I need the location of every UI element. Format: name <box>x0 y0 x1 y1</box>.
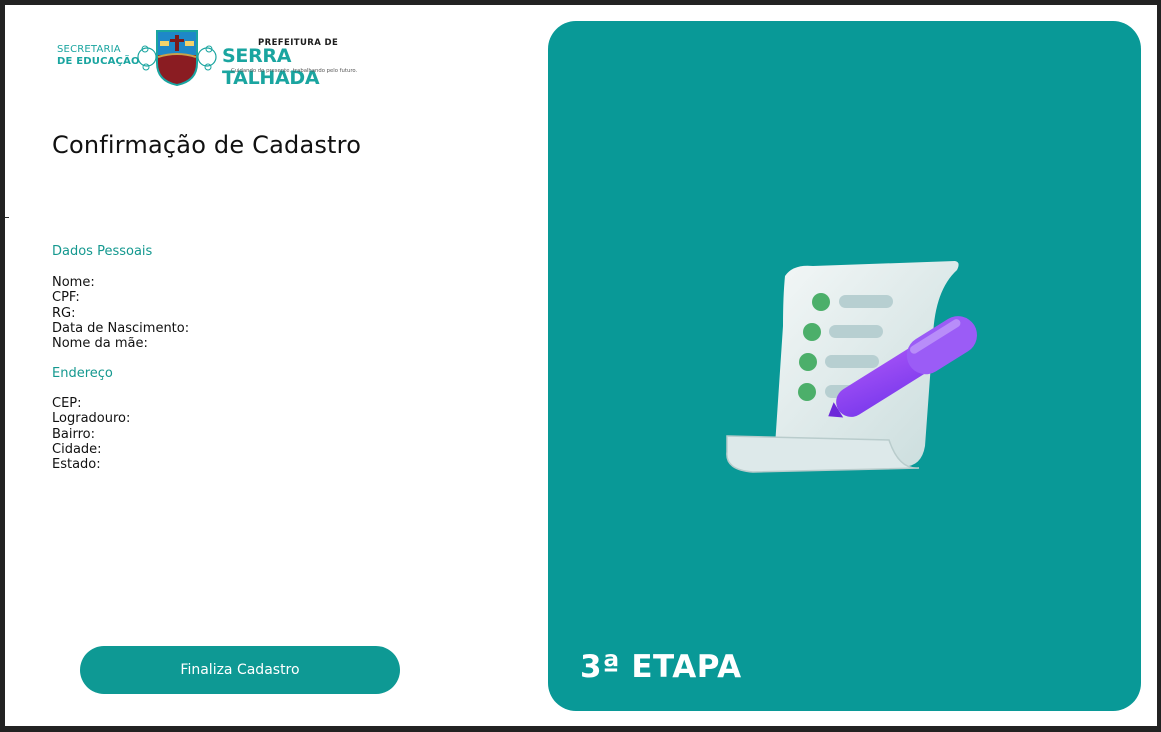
city-name: SERRA TALHADA <box>222 45 320 89</box>
form-panel: SECRETARIA DE EDUCAÇÃO PREFEITURA DE SER… <box>5 5 545 726</box>
field-label-rg: RG: <box>52 305 76 321</box>
field-label-cep: CEP: <box>52 396 82 411</box>
field-label-logradouro: Logradouro: <box>52 411 131 427</box>
field-label-data-nascimento: Data de Nascimento: <box>52 320 190 336</box>
left-edge-mark <box>5 217 9 218</box>
finalize-button[interactable]: Finaliza Cadastro <box>80 646 400 694</box>
document-checklist-pen-icon <box>726 261 978 473</box>
page-title: Confirmação de Cadastro <box>52 131 362 159</box>
field-label-cpf: CPF: <box>52 290 80 306</box>
field-label-nome-mae: Nome da mãe: <box>52 336 148 352</box>
secretaria-line1: SECRETARIA <box>57 44 121 55</box>
field-label-bairro: Bairro: <box>52 426 96 442</box>
app-window: SECRETARIA DE EDUCAÇÃO PREFEITURA DE SER… <box>5 5 1157 726</box>
stage-panel: 3ª ETAPA <box>548 21 1141 711</box>
slogan: Cuidando do presente, trabalhando pelo f… <box>231 68 358 74</box>
secretaria-line2: DE EDUCAÇÃO <box>57 56 140 67</box>
secretaria-label: SECRETARIA DE EDUCAÇÃO <box>57 44 140 68</box>
personal-fields: Nome: CPF: RG: Data de Nascimento: Nome … <box>52 275 189 351</box>
section-title-personal: Dados Pessoais <box>52 244 153 259</box>
field-label-nome: Nome: <box>52 275 95 290</box>
address-fields: CEP: Logradouro: Bairro: Cidade: Estado: <box>52 396 130 472</box>
stage-label: 3ª ETAPA <box>580 649 742 685</box>
section-title-address: Endereço <box>52 366 113 381</box>
field-label-cidade: Cidade: <box>52 441 102 457</box>
header-logo: SECRETARIA DE EDUCAÇÃO PREFEITURA DE SER… <box>55 27 375 89</box>
municipal-crest-icon <box>137 30 217 87</box>
field-label-estado: Estado: <box>52 457 101 473</box>
